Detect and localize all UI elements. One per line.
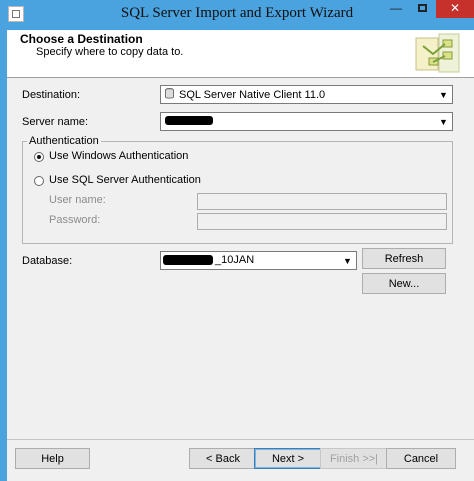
next-button[interactable]: Next > [254, 448, 322, 469]
help-button[interactable]: Help [15, 448, 90, 469]
sql-auth-label[interactable]: Use SQL Server Authentication [49, 174, 201, 186]
password-input[interactable] [197, 213, 447, 230]
chevron-down-icon[interactable]: ▼ [436, 114, 451, 129]
sql-auth-radio[interactable] [34, 176, 44, 186]
redacted-server-name [165, 116, 213, 125]
back-button[interactable]: < Back [189, 448, 257, 469]
maximize-icon [417, 4, 427, 12]
new-database-button[interactable]: New... [362, 273, 446, 294]
password-label: Password: [49, 214, 101, 226]
database-value: _10JAN [215, 254, 255, 266]
page-subtitle: Specify where to copy data to. [36, 46, 184, 58]
wizard-export-icon [415, 33, 460, 73]
authentication-group-label: Authentication [27, 135, 101, 147]
server-name-dropdown[interactable]: ▼ [160, 112, 453, 131]
username-label: User name: [49, 194, 106, 206]
finish-button[interactable]: Finish >>| [320, 448, 388, 469]
page-title: Choose a Destination [20, 32, 143, 46]
maximize-button[interactable] [410, 0, 434, 18]
footer-divider [7, 439, 474, 440]
destination-dropdown[interactable]: SQL Server Native Client 11.0 ▼ [160, 85, 453, 104]
chevron-down-icon[interactable]: ▼ [436, 87, 451, 102]
database-dropdown[interactable]: _10JAN ▼ [160, 251, 357, 270]
windows-auth-label[interactable]: Use Windows Authentication [49, 150, 188, 162]
windows-auth-radio[interactable] [34, 152, 44, 162]
title-bar[interactable]: SQL Server Import and Export Wizard — ✕ [0, 0, 474, 30]
destination-value: SQL Server Native Client 11.0 [179, 89, 326, 101]
database-label: Database: [22, 255, 73, 267]
minimize-button[interactable]: — [384, 0, 408, 18]
wizard-client-area: Choose a Destination Specify where to co… [7, 30, 474, 481]
destination-value-wrapper: SQL Server Native Client 11.0 [165, 88, 325, 101]
cancel-button[interactable]: Cancel [386, 448, 456, 469]
destination-label: Destination: [22, 89, 81, 101]
close-button[interactable]: ✕ [436, 0, 474, 18]
redacted-database-prefix [163, 255, 213, 265]
refresh-button[interactable]: Refresh [362, 248, 446, 269]
database-icon [165, 88, 174, 99]
wizard-header: Choose a Destination Specify where to co… [7, 30, 474, 78]
server-name-label: Server name: [22, 116, 89, 128]
username-input[interactable] [197, 193, 447, 210]
window-frame: SQL Server Import and Export Wizard — ✕ … [0, 0, 474, 481]
chevron-down-icon[interactable]: ▼ [340, 253, 355, 268]
